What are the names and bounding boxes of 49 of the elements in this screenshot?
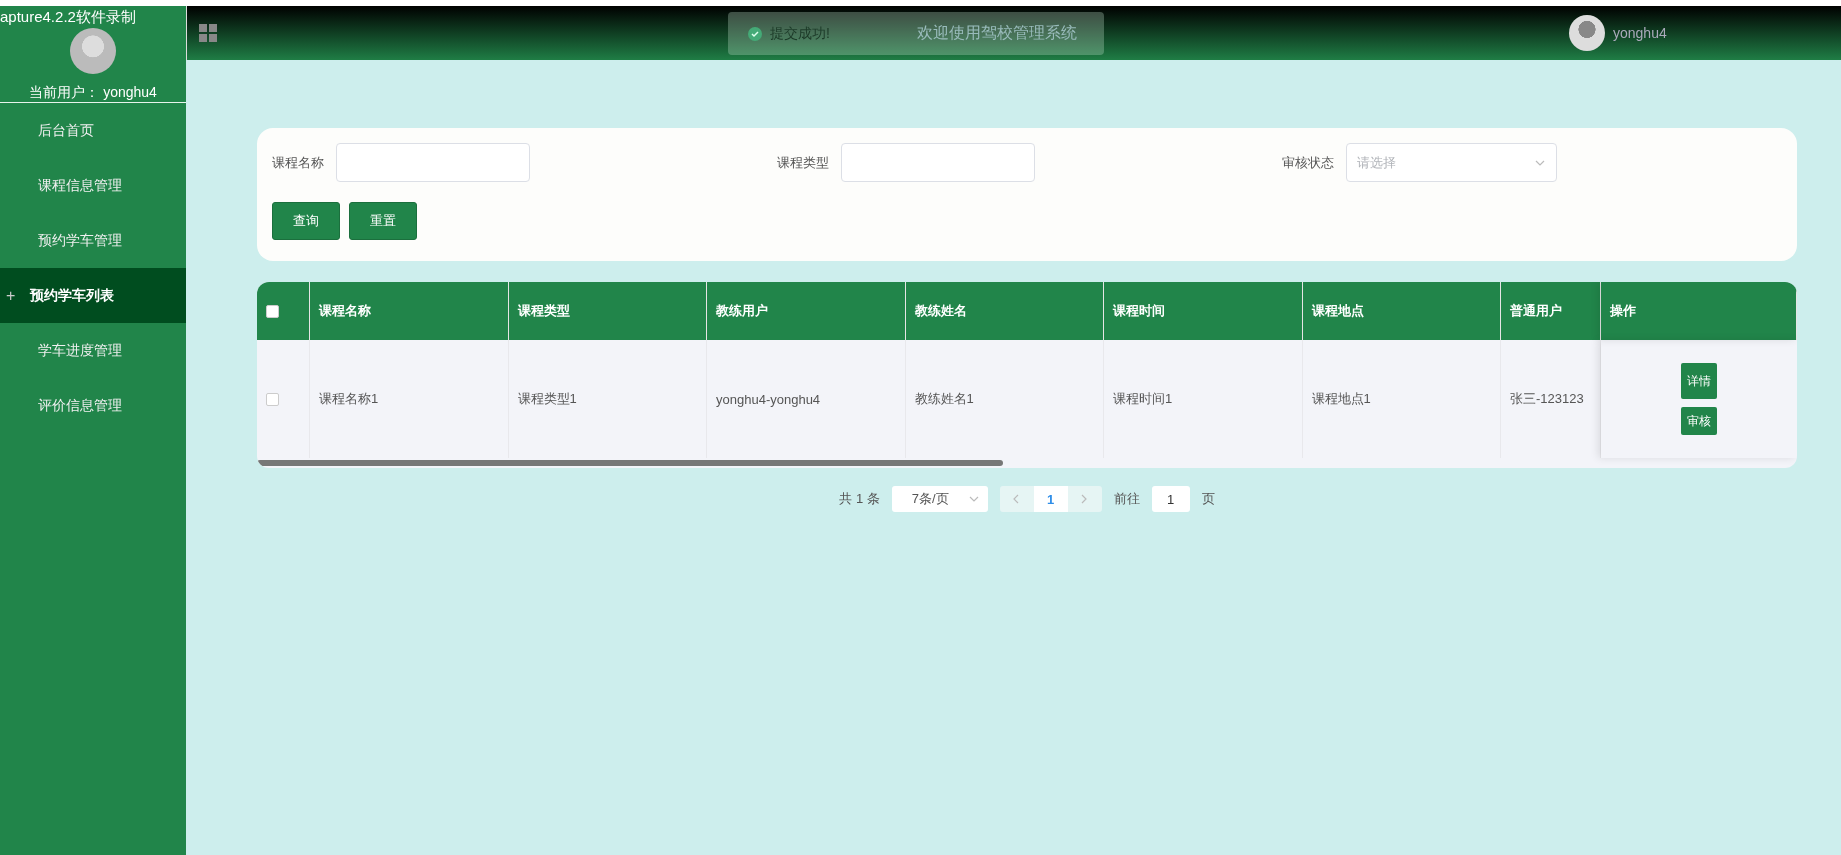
app-caption: apture4.2.2软件录制 bbox=[0, 8, 136, 27]
column-header: 课程类型 bbox=[508, 282, 707, 340]
reset-button[interactable]: 重置 bbox=[349, 202, 417, 240]
search-button[interactable]: 查询 bbox=[272, 202, 340, 240]
goto-label: 前往 bbox=[1113, 490, 1140, 508]
table-cell: 课程地点1 bbox=[1302, 340, 1501, 458]
sidebar-item[interactable]: 评价信息管理 bbox=[0, 378, 186, 433]
table-cell: 张三-123123 bbox=[1501, 340, 1601, 458]
table-cell: 课程类型1 bbox=[508, 340, 707, 458]
column-header: 教练用户 bbox=[707, 282, 906, 340]
sidebar-item[interactable]: 课程信息管理 bbox=[0, 158, 186, 213]
sidebar-item[interactable]: 预约学车管理 bbox=[0, 213, 186, 268]
column-header: 课程名称 bbox=[310, 282, 509, 340]
sidebar-item[interactable]: 后台首页 bbox=[0, 103, 186, 158]
table-cell: yonghu4-yonghu4 bbox=[707, 340, 906, 458]
avatar-icon bbox=[70, 28, 116, 74]
current-user-label: 当前用户： bbox=[29, 84, 100, 102]
header-username[interactable]: yonghu4 bbox=[1613, 25, 1667, 41]
input-field[interactable] bbox=[336, 143, 530, 182]
row-checkbox[interactable] bbox=[266, 392, 279, 406]
page-size-select[interactable]: 7条/页 bbox=[891, 486, 988, 512]
sidebar-item[interactable]: 学车进度管理 bbox=[0, 323, 186, 378]
total-count: 共 1 条 bbox=[839, 490, 880, 508]
page-suffix: 页 bbox=[1201, 490, 1215, 508]
check-circle-icon bbox=[748, 26, 762, 41]
page-number[interactable]: 1 bbox=[1033, 486, 1068, 512]
goto-page-field[interactable]: 1 bbox=[1151, 486, 1190, 512]
current-user-name: yonghu4 bbox=[103, 84, 157, 102]
review-button[interactable]: 审核 bbox=[1681, 407, 1717, 435]
column-header: 课程地点 bbox=[1302, 282, 1501, 340]
select-all-checkbox[interactable] bbox=[266, 304, 279, 318]
grid-icon[interactable] bbox=[199, 24, 217, 42]
table-cell: 课程时间1 bbox=[1104, 340, 1303, 458]
table-cell: 教练姓名1 bbox=[905, 340, 1104, 458]
details-button[interactable]: 详情 bbox=[1681, 363, 1717, 399]
field-label: 课程名称 bbox=[272, 153, 324, 172]
table-cell: 课程名称1 bbox=[310, 340, 509, 458]
column-header: 操作 bbox=[1601, 282, 1797, 340]
scrollbar-thumb[interactable] bbox=[257, 460, 1003, 466]
column-header: 教练姓名 bbox=[905, 282, 1104, 340]
sidebar-item[interactable]: + 预约学车列表 bbox=[0, 268, 186, 323]
header-title: 欢迎使用驾校管理系统 bbox=[917, 23, 1077, 43]
user-avatar-icon[interactable] bbox=[1569, 15, 1605, 51]
column-header: 普通用户 bbox=[1501, 282, 1601, 340]
input-field[interactable] bbox=[841, 143, 1035, 182]
field-label: 课程类型 bbox=[777, 153, 829, 172]
toast-text: 提交成功! bbox=[770, 24, 830, 43]
field-label: 审核状态 bbox=[1282, 153, 1334, 172]
column-header: 课程时间 bbox=[1104, 282, 1303, 340]
